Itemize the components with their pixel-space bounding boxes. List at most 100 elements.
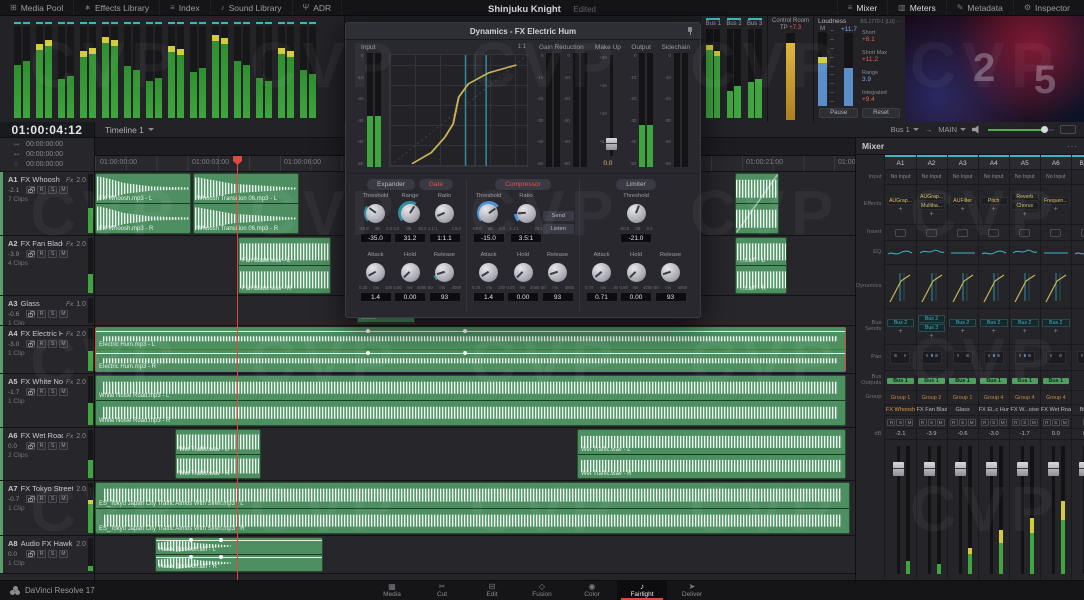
input-value[interactable]: No Input: [1046, 174, 1066, 180]
mute-button[interactable]: M: [905, 418, 914, 426]
lock-button[interactable]: [26, 550, 35, 558]
solo-button[interactable]: S: [1051, 418, 1060, 426]
strip-fader[interactable]: [1071, 439, 1084, 580]
add-send-button[interactable]: +: [992, 328, 996, 335]
listen-button[interactable]: Listen: [542, 224, 574, 234]
audio-clip[interactable]: FX Whoosh.mp3 - L FX Whoosh.mp3 - R: [95, 173, 191, 234]
audio-clip[interactable]: ES_Tokyo Japan City Traffic Atmos With S…: [95, 482, 850, 534]
topbar-button-effects-library[interactable]: ∗ Effects Library: [74, 0, 161, 15]
input-value[interactable]: No Input: [922, 174, 942, 180]
knob-value[interactable]: 31.2: [394, 233, 426, 243]
fader-handle[interactable]: [1048, 462, 1060, 477]
knob-control[interactable]: [435, 262, 454, 282]
audio-clip[interactable]: White Noise Road.mp3 - L White Noise Road…: [95, 375, 846, 426]
audio-clip[interactable]: Fan Blade.wav - L Fan Blade.wav - R: [238, 237, 331, 294]
effect-plugin[interactable]: Reverb: [1010, 192, 1039, 201]
mute-button[interactable]: M: [59, 442, 68, 450]
automation-point[interactable]: [365, 329, 370, 334]
effect-plugin[interactable]: AUGrap...: [886, 197, 915, 205]
bus-select[interactable]: Bus 1: [891, 125, 919, 134]
lock-button[interactable]: [26, 310, 35, 318]
reset-button[interactable]: Reset: [862, 108, 900, 118]
knob-control[interactable]: [400, 203, 420, 223]
strip-fader[interactable]: [978, 439, 1009, 580]
bus-send[interactable]: Bus 2: [917, 314, 946, 323]
knob-value[interactable]: 1.4: [359, 292, 392, 302]
pan-control[interactable]: [1045, 351, 1066, 364]
strip-fader[interactable]: [916, 439, 947, 580]
add-effect-button[interactable]: +: [992, 206, 996, 213]
add-effect-button[interactable]: +: [930, 211, 934, 218]
mute-button[interactable]: M: [1029, 418, 1038, 426]
fader-handle[interactable]: [923, 462, 935, 477]
add-send-button[interactable]: +: [961, 328, 965, 335]
page-tab-color[interactable]: ◉ Color: [567, 581, 617, 600]
pin-icon[interactable]: [686, 27, 694, 35]
lock-button[interactable]: [26, 340, 35, 348]
knob-value[interactable]: -21.0: [620, 233, 652, 243]
strip-dynamics[interactable]: [1040, 264, 1071, 308]
strip-fader[interactable]: [885, 439, 916, 580]
knob-control[interactable]: [516, 203, 536, 223]
knob-value[interactable]: 0.00: [507, 292, 539, 302]
knob-value[interactable]: 3.5:1: [510, 233, 543, 243]
strip-dynamics[interactable]: [978, 264, 1009, 308]
timeline-selector[interactable]: Timeline 1: [105, 125, 154, 135]
bus-output-select[interactable]: Bus 1: [1011, 377, 1038, 384]
solo-button[interactable]: S: [896, 418, 905, 426]
tab-gate[interactable]: Gate: [418, 179, 453, 190]
lock-button[interactable]: [26, 186, 35, 194]
knob-control[interactable]: [626, 262, 646, 282]
mute-button[interactable]: M: [59, 186, 68, 194]
knob-value[interactable]: -15.0: [472, 233, 505, 243]
strip-fader[interactable]: [1009, 439, 1040, 580]
input-value[interactable]: No Input: [891, 174, 911, 180]
slider-handle[interactable]: [1040, 126, 1048, 133]
mute-button[interactable]: M: [59, 250, 68, 258]
bus-send[interactable]: Bus 2: [1041, 319, 1070, 327]
mute-button[interactable]: M: [1060, 418, 1069, 426]
pan-control[interactable]: [1076, 351, 1084, 364]
page-tab-fairlight[interactable]: ♪ Fairlight: [617, 581, 667, 600]
solo-button[interactable]: S: [48, 250, 57, 258]
page-tab-fusion[interactable]: ◇ Fusion: [517, 581, 567, 600]
lock-button[interactable]: [26, 442, 35, 450]
solo-button[interactable]: S: [48, 495, 57, 503]
strip-eq[interactable]: [947, 240, 978, 264]
effect-plugin[interactable]: Chorus: [1010, 201, 1039, 210]
page-tab-edit[interactable]: ⊟ Edit: [467, 581, 517, 600]
knob-control[interactable]: [479, 203, 498, 223]
strip-eq[interactable]: [916, 240, 947, 264]
solo-button[interactable]: S: [48, 310, 57, 318]
insert-toggle[interactable]: [957, 228, 969, 237]
solo-button[interactable]: S: [48, 442, 57, 450]
knob-control[interactable]: [626, 203, 646, 223]
add-effect-button[interactable]: +: [898, 206, 902, 213]
monitor-volume-slider[interactable]: [988, 126, 1054, 133]
speaker-icon[interactable]: [972, 125, 979, 134]
mute-button[interactable]: M: [936, 418, 945, 426]
effect-plugin[interactable]: Pitch: [979, 197, 1008, 205]
record-arm-button[interactable]: R: [37, 340, 46, 348]
pan-control[interactable]: [952, 351, 973, 364]
main-select[interactable]: MAIN: [938, 125, 966, 134]
input-value[interactable]: No Input: [953, 174, 973, 180]
page-tab-cut[interactable]: ✂ Cut: [417, 581, 467, 600]
knob-value[interactable]: 93: [541, 292, 574, 302]
track-lane-a6[interactable]: Wet Traffic.wav - L Wet Traffic.wav - R We…: [95, 428, 855, 481]
add-effect-button[interactable]: +: [961, 206, 965, 213]
knob-control[interactable]: [366, 262, 385, 282]
strip-dynamics[interactable]: [885, 264, 916, 308]
solo-button[interactable]: S: [48, 388, 57, 396]
add-send-button[interactable]: +: [930, 333, 934, 340]
playhead[interactable]: [233, 156, 242, 580]
page-tab-media[interactable]: ▦ Media: [367, 581, 417, 600]
solo-button[interactable]: S: [989, 418, 998, 426]
fader-handle[interactable]: [892, 462, 904, 477]
strip-eq[interactable]: [1040, 240, 1071, 264]
automation-point[interactable]: [365, 351, 370, 356]
effect-plugin[interactable]: AUGrap...: [917, 192, 946, 201]
fader-handle[interactable]: [1017, 462, 1029, 477]
fader-handle[interactable]: [1079, 462, 1084, 477]
mixer-strip-a2[interactable]: A2 No Input AUGrap... Multiba... + Bus 2 Bus 3…: [915, 155, 947, 580]
